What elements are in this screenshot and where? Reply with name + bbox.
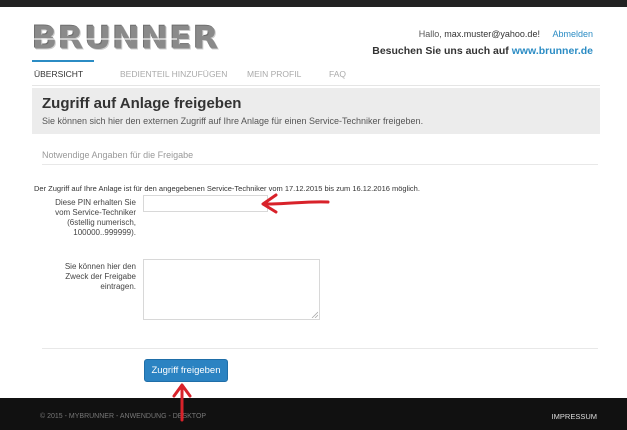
annotation-arrow-icon [261, 193, 330, 214]
pin-label-line: vom Service-Techniker [55, 208, 136, 217]
page-subtitle: Sie können sich hier den externen Zugrif… [42, 116, 424, 126]
visit-prefix: Besuchen Sie uns auch auf [372, 45, 509, 57]
footer: © 2015 - MYBRUNNER - ANWENDUNG - DESKTOP… [0, 398, 627, 430]
nav-active-indicator [32, 60, 94, 62]
zweck-label-line: Zweck der Freigabe [65, 272, 136, 281]
pin-label: Diese PIN erhalten Sie vom Service-Techn… [40, 198, 136, 238]
greeting-prefix: Hallo, [418, 29, 442, 39]
tab-uebersicht[interactable]: ÜBERSICHT [34, 69, 83, 79]
access-info-text: Der Zugriff auf Ihre Anlage ist für den … [34, 184, 420, 193]
footer-copyright: © 2015 - MYBRUNNER - ANWENDUNG - DESKTOP [40, 413, 207, 420]
zweck-label-line: Sie können hier den [64, 262, 136, 271]
pin-label-line: 100000..999999). [73, 228, 136, 237]
impressum-link[interactable]: IMPRESSUM [552, 412, 597, 421]
page-title: Zugriff auf Anlage freigeben [42, 95, 242, 112]
visit-us: Besuchen Sie uns auch auf www.brunner.de [372, 45, 593, 57]
website-link[interactable]: www.brunner.de [512, 45, 593, 57]
zweck-textarea[interactable] [143, 259, 320, 320]
tab-bedienteil-hinzufuegen[interactable]: BEDIENTEIL HINZUFÜGEN [120, 69, 227, 79]
zugriff-freigeben-button[interactable]: Zugriff freigeben [144, 359, 228, 382]
form-divider [42, 348, 598, 349]
logo-stripe [32, 38, 177, 40]
pin-label-line: Diese PIN erhalten Sie [55, 198, 136, 207]
logout-link[interactable]: Abmelden [552, 29, 593, 39]
user-email: max.muster@yahoo.de! [444, 29, 540, 39]
zweck-label: Sie können hier den Zweck der Freigabe e… [40, 262, 136, 292]
pin-input[interactable] [143, 195, 268, 212]
tab-mein-profil[interactable]: MEIN PROFIL [247, 69, 301, 79]
zweck-label-line: eintragen. [100, 282, 136, 291]
section-divider [42, 164, 598, 165]
page-header: Zugriff auf Anlage freigeben Sie können … [32, 88, 600, 134]
tab-faq[interactable]: FAQ [329, 69, 346, 79]
top-bar [0, 0, 627, 7]
pin-label-line: (6stellig numerisch, [67, 218, 136, 227]
user-greeting: Hallo, max.muster@yahoo.de! Abmelden [419, 29, 593, 39]
main-nav: ÜBERSICHT BEDIENTEIL HINZUFÜGEN MEIN PRO… [32, 60, 600, 86]
header: BRUNNER Hallo, max.muster@yahoo.de! Abme… [0, 7, 627, 57]
resize-grip-icon[interactable] [311, 311, 318, 318]
section-title: Notwendige Angaben für die Freigabe [42, 150, 194, 160]
